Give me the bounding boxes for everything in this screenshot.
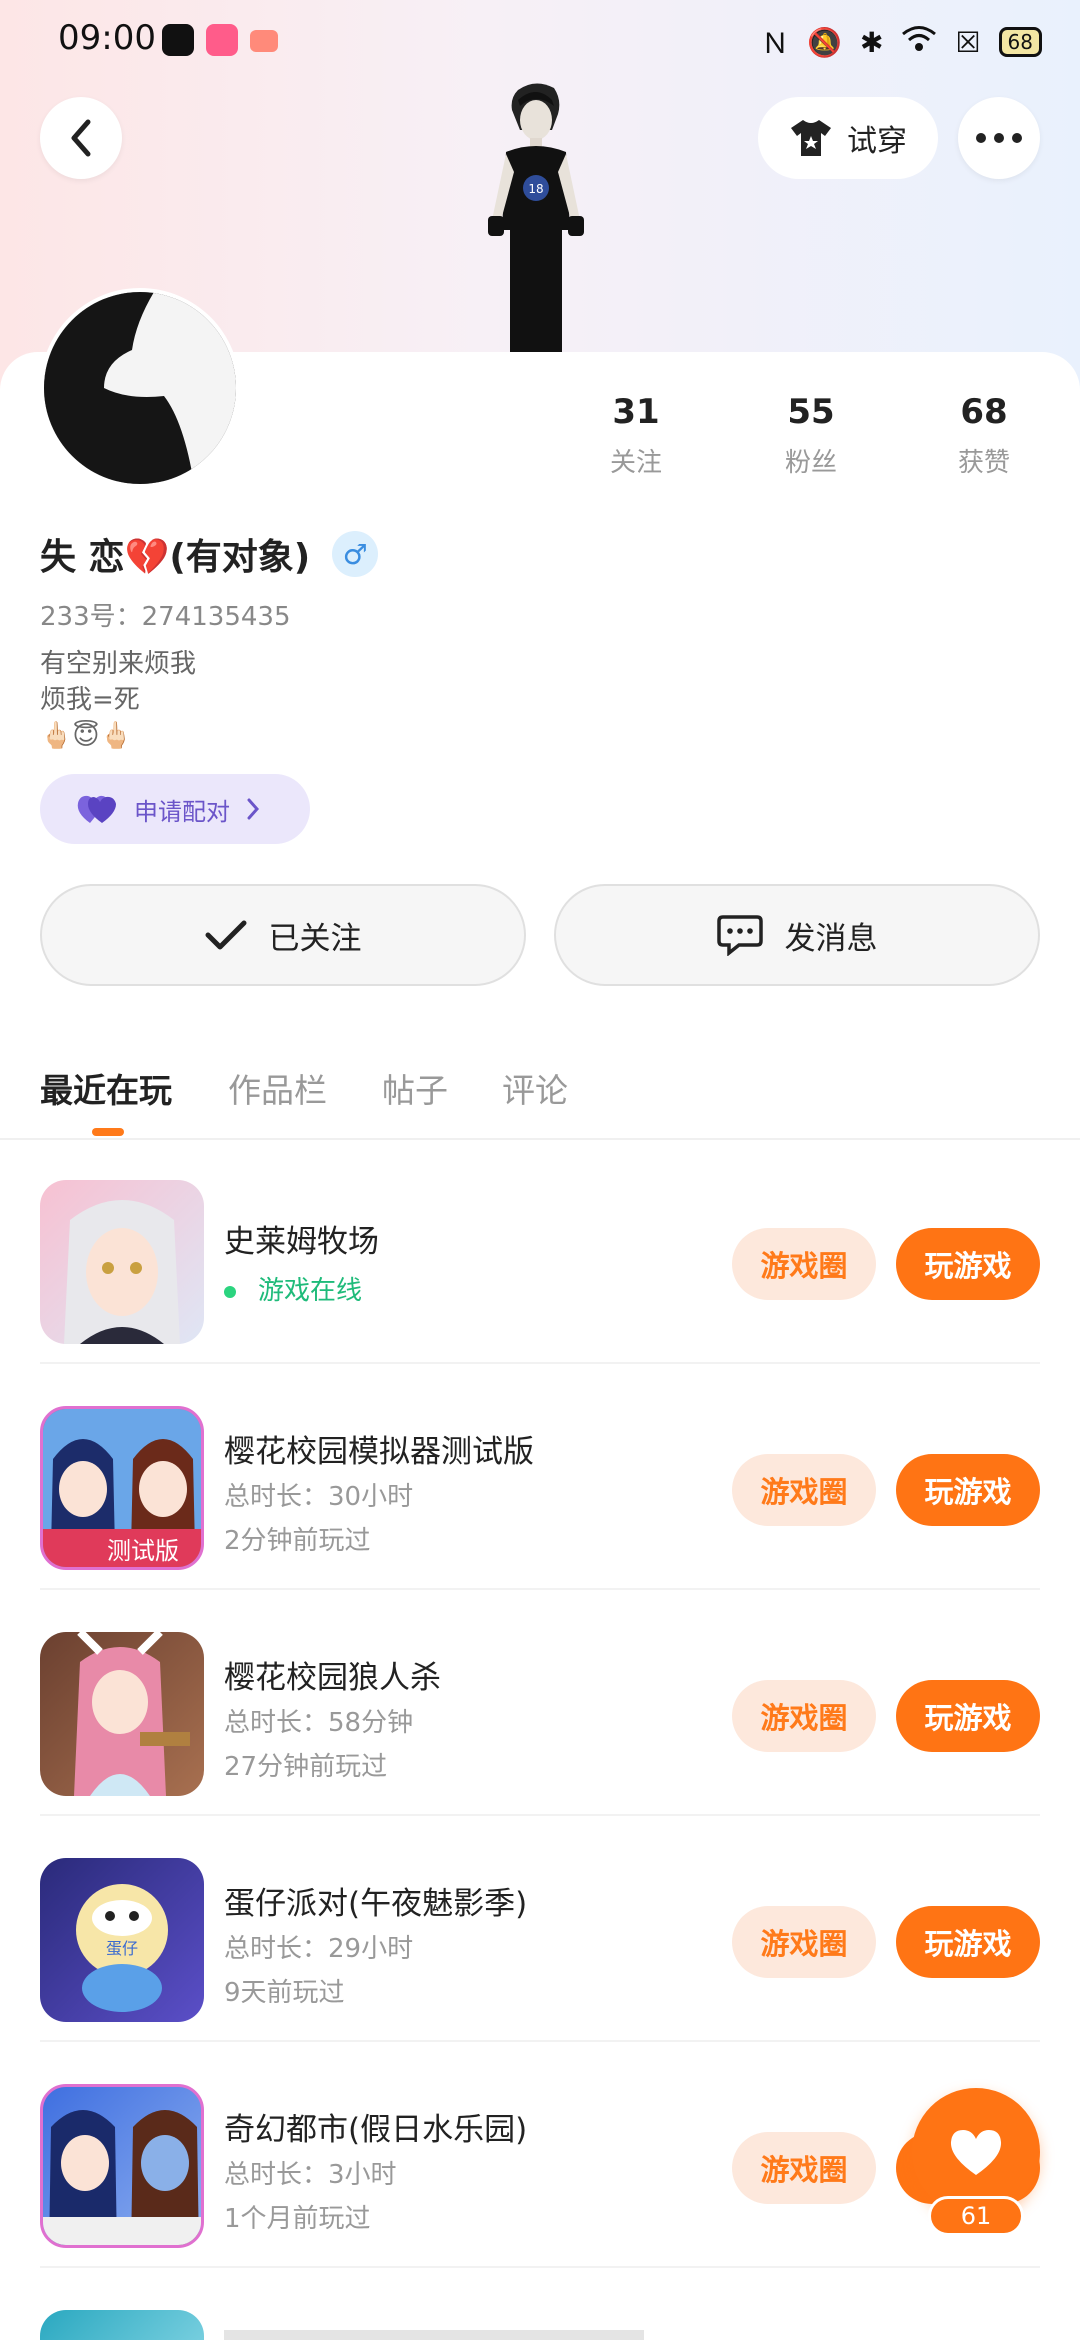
game-title: 蛋仔派对(午夜魅影季): [224, 1886, 528, 1922]
online-dot-icon: [224, 1285, 236, 1298]
svg-text:测试版: 测试版: [107, 1537, 179, 1565]
game-row[interactable]: 奇幻都市(假日水乐园) 总时长：3小时 1个月前玩过 游戏圈 玩游戏: [40, 2042, 1040, 2268]
like-count-badge: 61: [928, 2196, 1024, 2236]
game-row[interactable]: 史莱姆牧场 游戏在线 游戏圈 玩游戏: [40, 1138, 1040, 1364]
status-bar: 09:00 Ｎ 🔕 ✱ ☒ 68: [0, 0, 1080, 80]
stat-followers-label: 粉丝: [784, 448, 837, 478]
game-online-label: 游戏在线: [258, 1276, 363, 1306]
game-icon-slime-ranch: [40, 1180, 204, 1344]
play-game-button[interactable]: 玩游戏: [896, 1454, 1040, 1526]
svg-text:18: 18: [528, 182, 543, 196]
game-last-played: 9天前玩过: [224, 1978, 345, 2008]
svg-text:蛋仔: 蛋仔: [106, 1939, 138, 1958]
user-nickname-row: 失 恋💔(有对象) ♂: [40, 528, 379, 580]
tiktok-icon: [162, 24, 194, 56]
send-message-label: 发消息: [784, 920, 878, 957]
game-circle-button[interactable]: 游戏圈: [732, 1228, 876, 1300]
user-nickname: 失 恋💔(有对象): [40, 537, 311, 578]
user-avatar[interactable]: [40, 288, 240, 488]
send-message-button[interactable]: 发消息: [554, 884, 1040, 986]
nfc-icon: Ｎ: [761, 27, 790, 60]
tab-comments[interactable]: 评论: [502, 1064, 568, 1112]
game-row[interactable]: 樱花校园狼人杀 总时长：58分钟 27分钟前玩过 游戏圈 玩游戏: [40, 1590, 1040, 1816]
battery-indicator: 68: [998, 27, 1042, 57]
game-title: 樱花校园模拟器测试版: [224, 1434, 534, 1470]
bio-line-1: 有空别来烦我: [40, 649, 197, 679]
bio-line-3: 🖕🏻😇🖕🏻: [40, 721, 132, 751]
stat-following-label: 关注: [609, 448, 662, 478]
chevron-right-icon: [247, 798, 260, 820]
gender-male-icon: ♂: [332, 531, 379, 577]
stat-likes-value: 68: [960, 392, 1008, 432]
play-game-button[interactable]: 玩游戏: [896, 1680, 1040, 1752]
tab-posts[interactable]: 帖子: [382, 1064, 448, 1112]
stat-following[interactable]: 31 关注: [566, 392, 706, 479]
game-last-played: 27分钟前玩过: [224, 1752, 388, 1782]
back-button[interactable]: [40, 97, 122, 179]
active-tab-indicator: [92, 1128, 124, 1136]
game-title: 史莱姆牧场: [224, 1224, 379, 1260]
status-time: 09:00: [58, 18, 156, 58]
game-circle-button[interactable]: 游戏圈: [732, 1680, 876, 1752]
game-row[interactable]: 测试版 樱花校园模拟器测试版 总时长：30小时 2分钟前玩过 游戏圈 玩游戏: [40, 1364, 1040, 1590]
followed-button[interactable]: 已关注: [40, 884, 526, 986]
more-button[interactable]: [958, 97, 1040, 179]
bio-line-2: 烦我=死: [40, 685, 140, 715]
game-playtime: 总时长：29小时: [224, 1934, 414, 1964]
game-row-partial[interactable]: [40, 2308, 1040, 2340]
stat-likes[interactable]: 68 获赞: [914, 392, 1054, 479]
game-icon-fantasy-city: [40, 2084, 204, 2248]
followed-label: 已关注: [268, 920, 362, 957]
bluetooth-icon: ✱: [859, 25, 884, 59]
avatar-character-image: 18: [488, 83, 584, 352]
user-id[interactable]: 233号：274135435: [40, 596, 291, 633]
game-icon-sakura-school-test: 测试版: [40, 1406, 204, 1570]
tryon-button[interactable]: 试穿: [758, 97, 938, 179]
game-title-partial: [224, 2330, 644, 2340]
chevron-left-icon: [71, 119, 91, 157]
lofter-icon: [206, 24, 238, 56]
chat-bubble-icon: [716, 915, 763, 956]
more-dots-icon: [976, 133, 1022, 143]
tab-recently-played[interactable]: 最近在玩: [40, 1064, 172, 1112]
game-icon-eggy-party: 蛋仔: [40, 1858, 204, 2022]
game-last-played: 2分钟前玩过: [224, 1526, 371, 1556]
game-circle-button[interactable]: 游戏圈: [732, 1454, 876, 1526]
game-circle-button[interactable]: 游戏圈: [732, 2132, 876, 2204]
game-icon-sakura-werewolf: [40, 1632, 204, 1796]
play-game-button[interactable]: 玩游戏: [896, 1906, 1040, 1978]
stat-followers[interactable]: 55 粉丝: [741, 392, 881, 479]
user-bio: 有空别来烦我 烦我=死 🖕🏻😇🖕🏻: [40, 646, 196, 754]
tab-works[interactable]: 作品栏: [228, 1064, 327, 1112]
game-title: 樱花校园狼人杀: [224, 1660, 441, 1696]
status-icons: Ｎ 🔕 ✱ ☒ 68: [761, 22, 1042, 62]
game-playtime: 总时长：30小时: [224, 1482, 414, 1512]
profile-tabs: 最近在玩 作品栏 帖子 评论: [0, 1020, 1080, 1140]
game-row[interactable]: 蛋仔 蛋仔派对(午夜魅影季) 总时长：29小时 9天前玩过 游戏圈 玩游戏: [40, 1816, 1040, 2042]
play-game-button[interactable]: 玩游戏: [896, 1228, 1040, 1300]
hearts-icon: [77, 795, 116, 823]
game-circle-button[interactable]: 游戏圈: [732, 1906, 876, 1978]
checkmark-icon: [205, 920, 246, 950]
gamepad-icon: [250, 30, 278, 52]
game-online-status: 游戏在线: [224, 1270, 362, 1307]
apply-pair-label: 申请配对: [134, 797, 230, 826]
game-icon-partial: [40, 2310, 204, 2340]
stat-followers-value: 55: [787, 392, 835, 432]
tryon-label: 试穿: [847, 124, 907, 159]
game-last-played: 1个月前玩过: [224, 2204, 371, 2234]
game-playtime: 总时长：3小时: [224, 2160, 397, 2190]
mute-icon: 🔕: [807, 25, 842, 59]
game-playtime: 总时长：58分钟: [224, 1708, 414, 1738]
stat-following-value: 31: [612, 392, 660, 432]
tshirt-icon: [791, 120, 831, 156]
game-title: 奇幻都市(假日水乐园): [224, 2112, 528, 2148]
heart-icon: [950, 2130, 1002, 2175]
apply-pair-button[interactable]: 申请配对: [40, 774, 310, 844]
sim-icon: ☒: [955, 25, 981, 59]
stat-likes-label: 获赞: [957, 448, 1010, 478]
avatar-image: [44, 292, 236, 484]
wifi-icon: [901, 25, 937, 60]
